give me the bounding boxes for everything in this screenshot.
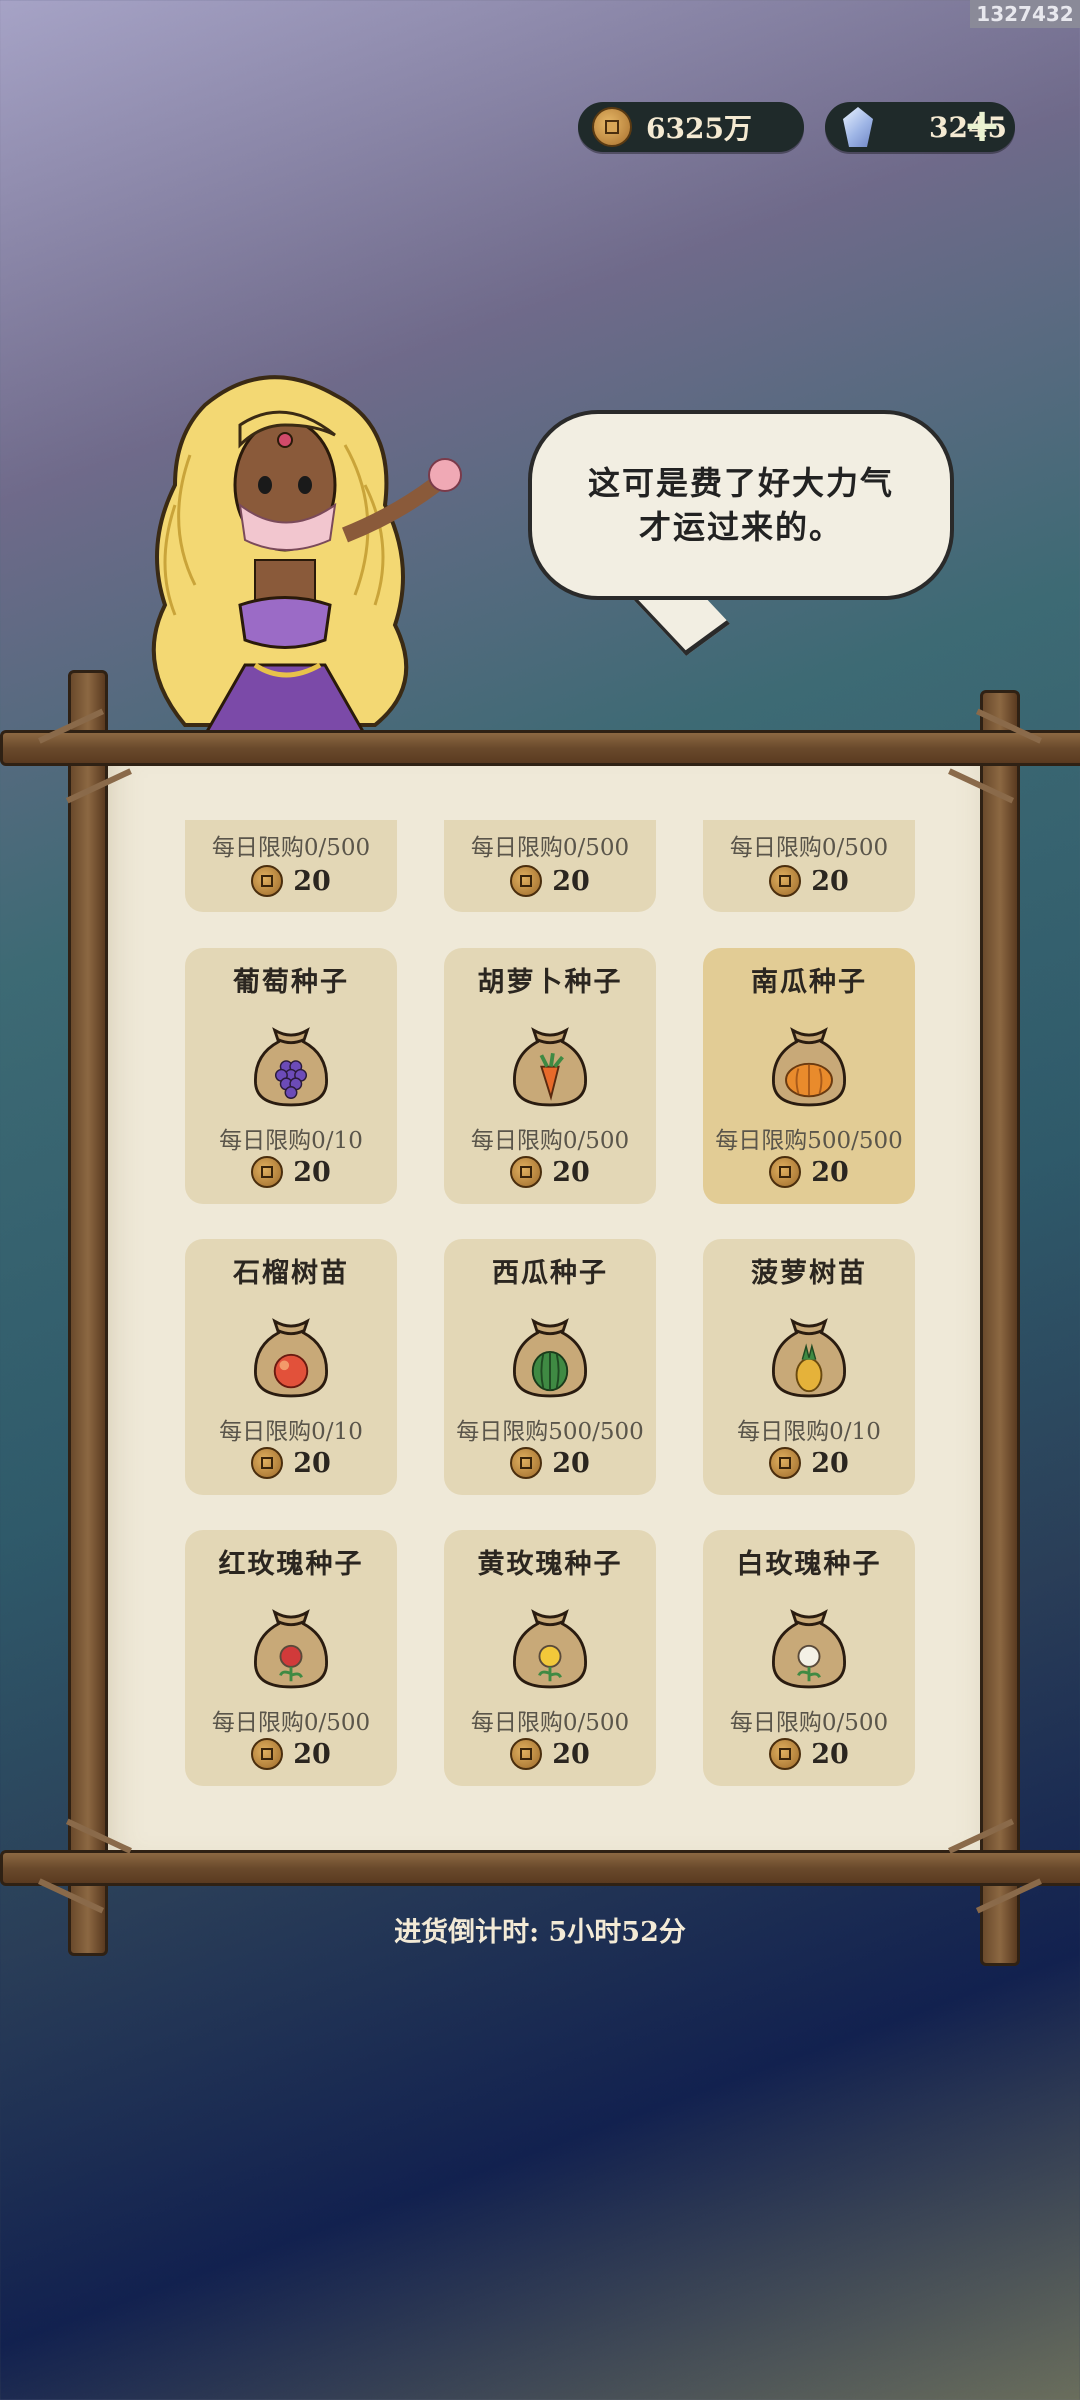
item-price: 20 xyxy=(293,1447,331,1479)
item-name: 胡萝卜种子 xyxy=(477,967,623,998)
purchase-limit: 每日限购0/500 xyxy=(211,1710,371,1736)
merchant-speech-bubble: 这可是费了好大力气 才运过来的。 xyxy=(528,410,954,600)
coin-balance: 6325万 xyxy=(578,102,804,152)
item-name: 石榴树苗 xyxy=(233,1258,349,1289)
shop-item[interactable]: 西瓜种子 每日限购500/500 20 xyxy=(444,1239,656,1495)
copper-coin-icon xyxy=(510,1738,543,1770)
item-name: 南瓜种子 xyxy=(751,967,867,998)
item-name: 葡萄种子 xyxy=(233,967,349,998)
merchant-character xyxy=(151,375,462,735)
purchase-limit: 每日限购0/10 xyxy=(219,1128,363,1154)
screenshot-id-tag: 1327432 xyxy=(970,0,1080,28)
shop-item[interactable]: 黄玫瑰种子 每日限购0/500 20 xyxy=(444,1530,656,1786)
item-name: 红玫瑰种子 xyxy=(218,1549,364,1580)
add-gems-button[interactable]: + xyxy=(961,102,1003,148)
copper-coin-icon xyxy=(510,1447,543,1479)
item-price: 20 xyxy=(811,1738,849,1770)
copper-coin-icon xyxy=(592,107,632,147)
copper-coin-icon xyxy=(510,1156,543,1188)
copper-coin-icon xyxy=(251,865,284,897)
item-price: 20 xyxy=(552,1156,590,1188)
item-name: 黄玫瑰种子 xyxy=(477,1549,623,1580)
item-price: 20 xyxy=(552,865,590,897)
shop-item[interactable]: 葡萄种子 每日限购0/10 20 xyxy=(185,948,397,1204)
shop-item-partial[interactable]: 每日限购0/500 20 xyxy=(703,820,915,912)
copper-coin-icon xyxy=(769,865,802,897)
coin-balance-value: 6325万 xyxy=(646,112,752,145)
shop-item[interactable]: 红玫瑰种子 每日限购0/500 20 xyxy=(185,1530,397,1786)
speech-line-2: 才运过来的。 xyxy=(638,508,843,546)
purchase-limit: 每日限购0/500 xyxy=(470,835,630,861)
item-price: 20 xyxy=(811,1447,849,1479)
purchase-limit: 每日限购0/500 xyxy=(729,835,889,861)
restock-countdown: 进货倒计时: 5小时52分 xyxy=(394,1917,686,1948)
copper-coin-icon xyxy=(769,1156,802,1188)
item-price: 20 xyxy=(811,1156,849,1188)
item-name: 白玫瑰种子 xyxy=(736,1549,882,1580)
copper-coin-icon xyxy=(510,865,543,897)
copper-coin-icon xyxy=(769,1447,802,1479)
shop-item[interactable]: 白玫瑰种子 每日限购0/500 20 xyxy=(703,1530,915,1786)
shop-item[interactable]: 石榴树苗 每日限购0/10 20 xyxy=(185,1239,397,1495)
purchase-limit: 每日限购500/500 xyxy=(456,1419,644,1445)
copper-coin-icon xyxy=(251,1738,284,1770)
item-price: 20 xyxy=(811,865,849,897)
shop-item-partial[interactable]: 每日限购0/500 20 xyxy=(185,820,397,912)
shop-item[interactable]: 菠萝树苗 每日限购0/10 20 xyxy=(703,1239,915,1495)
purchase-limit: 每日限购0/10 xyxy=(737,1419,881,1445)
item-price: 20 xyxy=(293,1156,331,1188)
left-wood-pole xyxy=(68,670,108,1956)
copper-coin-icon xyxy=(251,1447,284,1479)
shop-item[interactable]: 胡萝卜种子 每日限购0/500 20 xyxy=(444,948,656,1204)
shop-item-partial[interactable]: 每日限购0/500 20 xyxy=(444,820,656,912)
item-price: 20 xyxy=(552,1447,590,1479)
item-price: 20 xyxy=(293,865,331,897)
purchase-limit: 每日限购0/500 xyxy=(729,1710,889,1736)
item-name: 菠萝树苗 xyxy=(751,1258,867,1289)
purchase-limit: 每日限购0/500 xyxy=(470,1128,630,1154)
item-price: 20 xyxy=(293,1738,331,1770)
purchase-limit: 每日限购0/500 xyxy=(211,835,371,861)
purchase-limit: 每日限购500/500 xyxy=(715,1128,903,1154)
shop-item[interactable]: 南瓜种子 每日限购500/500 20 xyxy=(703,948,915,1204)
speech-line-1: 这可是费了好大力气 xyxy=(587,464,894,502)
purchase-limit: 每日限购0/10 xyxy=(219,1419,363,1445)
crystal-gem-icon xyxy=(843,107,873,147)
gem-balance: 3245 + xyxy=(825,102,1015,152)
top-wood-beam xyxy=(0,730,1080,766)
item-name: 西瓜种子 xyxy=(492,1258,608,1289)
copper-coin-icon xyxy=(769,1738,802,1770)
right-wood-pole xyxy=(980,690,1020,1966)
bottom-wood-beam xyxy=(0,1850,1080,1886)
item-price: 20 xyxy=(552,1738,590,1770)
purchase-limit: 每日限购0/500 xyxy=(470,1710,630,1736)
copper-coin-icon xyxy=(251,1156,284,1188)
